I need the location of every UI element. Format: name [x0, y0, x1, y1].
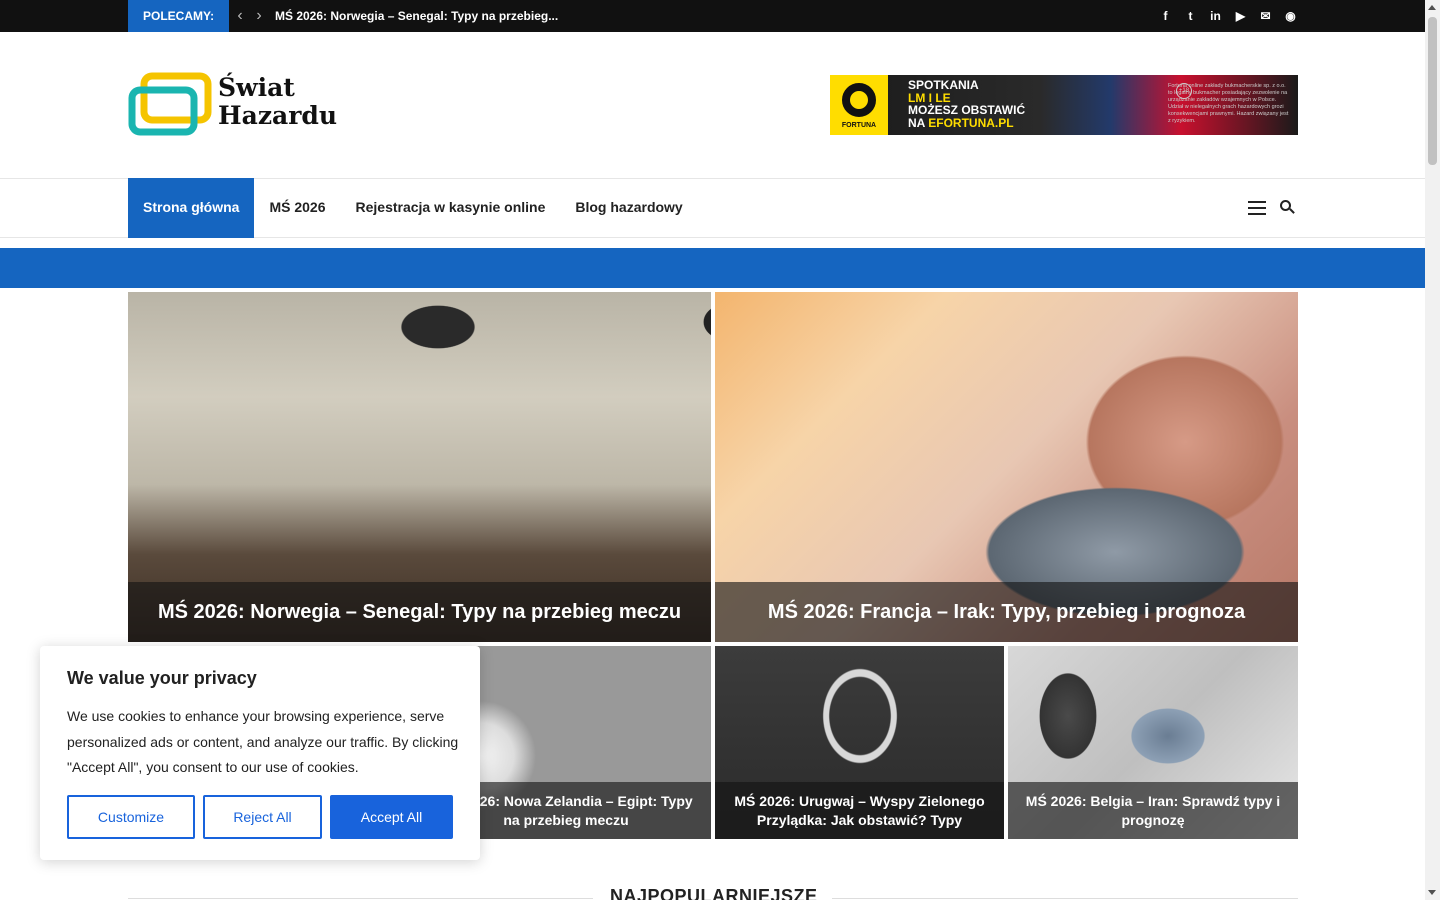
post-title: MŚ 2026: Urugwaj – Wyspy Zielonego Przyl…: [715, 782, 1004, 839]
featured-post-small[interactable]: MŚ 2026: Urugwaj – Wyspy Zielonego Przyl…: [715, 646, 1004, 839]
ad-line-4a: NA: [908, 115, 929, 130]
featured-post-large[interactable]: MŚ 2026: Francja – Irak: Typy, przebieg …: [715, 292, 1298, 642]
main-navigation: Strona główna MŚ 2026 Rejestracja w kasy…: [0, 178, 1425, 238]
mail-icon[interactable]: ✉: [1258, 9, 1273, 23]
twitter-icon[interactable]: t: [1183, 9, 1198, 23]
nav-item-home[interactable]: Strona główna: [128, 178, 255, 238]
scroll-up-arrow-icon[interactable]: [1428, 5, 1436, 10]
scroll-down-arrow-icon[interactable]: [1428, 890, 1436, 895]
cookie-consent-banner: We value your privacy We use cookies to …: [40, 646, 480, 860]
ticker-headline-link[interactable]: MŚ 2026: Norwegia – Senegal: Typy na prz…: [275, 0, 558, 32]
section-divider: [832, 898, 1298, 899]
nav-item-ms-2026[interactable]: MŚ 2026: [254, 178, 340, 238]
featured-label: POLECAMY:: [128, 0, 230, 32]
ad-brand-name: FORTUNA: [841, 122, 877, 129]
logo-line-2: Hazardu: [218, 101, 338, 130]
hamburger-menu-icon[interactable]: [1248, 201, 1266, 215]
fortuna-logo-icon: [842, 83, 876, 117]
ad-line-4b: EFORTUNA.PL: [928, 115, 1014, 130]
ad-disclaimer: Fortuna online zakłady bukmacherskie sp.…: [1168, 83, 1289, 124]
nav-item-casino-registration[interactable]: Rejestracja w kasynie online: [341, 178, 561, 238]
site-logo[interactable]: Świat Hazardu: [128, 72, 360, 138]
page-scrollbar[interactable]: [1425, 0, 1440, 900]
nav-menu: Strona główna MŚ 2026 Rejestracja w kasy…: [128, 178, 698, 238]
search-icon[interactable]: [1280, 200, 1295, 214]
youtube-icon[interactable]: ▶: [1233, 9, 1248, 23]
linkedin-icon[interactable]: in: [1208, 9, 1223, 23]
scrollbar-thumb[interactable]: [1428, 17, 1437, 165]
reject-all-button[interactable]: Reject All: [203, 795, 322, 839]
facebook-icon[interactable]: f: [1158, 9, 1173, 23]
cookie-title: We value your privacy: [67, 668, 257, 688]
ad-brand-block: FORTUNA: [830, 75, 888, 135]
ad-headline: SPOTKANIA LM I LE MOŻESZ OBSTAWIĆ NA EFO…: [908, 79, 1025, 129]
chevron-right-icon[interactable]: ›: [252, 0, 266, 32]
top-bar: POLECAMY: ‹ › MŚ 2026: Norwegia – Senega…: [0, 0, 1425, 32]
accept-all-button[interactable]: Accept All: [330, 795, 453, 839]
social-links: f t in ▶ ✉ ◉: [1158, 0, 1298, 32]
accent-bar: [0, 248, 1425, 288]
featured-post-small[interactable]: MŚ 2026: Belgia – Iran: Sprawdź typy i p…: [1008, 646, 1298, 839]
logo-line-1: Świat: [218, 73, 295, 102]
ad-line-1: SPOTKANIA: [908, 78, 979, 92]
nav-item-blog[interactable]: Blog hazardowy: [560, 178, 697, 238]
section-divider: [128, 898, 593, 899]
featured-post-large[interactable]: MŚ 2026: Norwegia – Senegal: Typy na prz…: [128, 292, 711, 642]
rss-icon[interactable]: ◉: [1283, 9, 1298, 23]
customize-button[interactable]: Customize: [67, 795, 195, 839]
post-title: MŚ 2026: Francja – Irak: Typy, przebieg …: [715, 582, 1298, 642]
ad-banner[interactable]: FORTUNA SPOTKANIA LM I LE MOŻESZ OBSTAWI…: [830, 75, 1298, 135]
cookie-description: We use cookies to enhance your browsing …: [67, 708, 459, 775]
logo-text: Świat Hazardu: [218, 74, 337, 130]
post-title: MŚ 2026: Norwegia – Senegal: Typy na prz…: [128, 582, 711, 642]
logo-mark-icon: [128, 72, 212, 136]
section-title: NAJPOPULARNIEJSZE: [610, 886, 818, 900]
chevron-left-icon[interactable]: ‹: [233, 0, 247, 32]
post-title: MŚ 2026: Belgia – Iran: Sprawdź typy i p…: [1008, 782, 1298, 839]
